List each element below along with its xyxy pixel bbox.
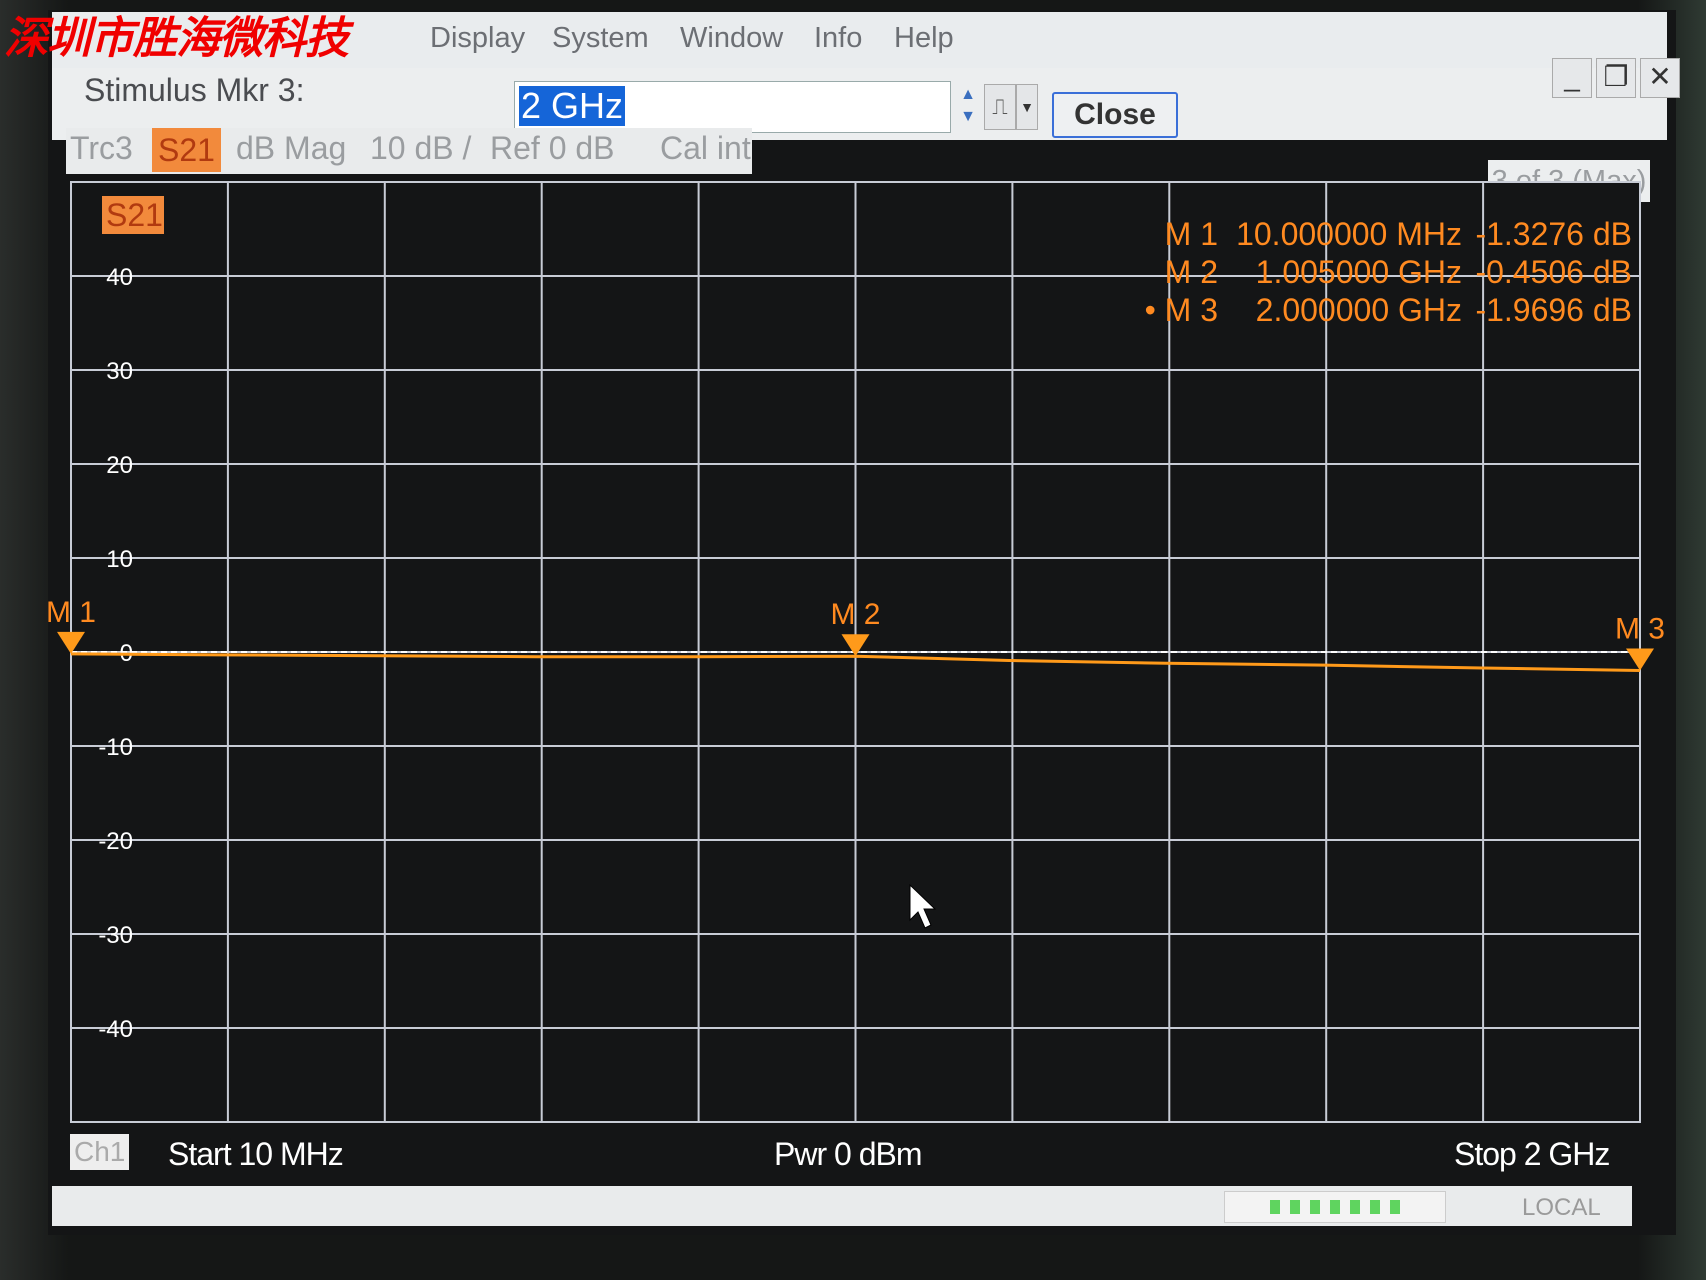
led (1390, 1200, 1400, 1214)
led (1270, 1200, 1280, 1214)
channel-footer: Ch1 Start 10 MHz Pwr 0 dBm Stop 2 GHz (52, 1130, 1632, 1182)
led (1370, 1200, 1380, 1214)
marker-label: M 3 (1615, 613, 1665, 646)
marker-readout-label: • M 3 (1145, 292, 1218, 328)
y-tick-label: -10 (98, 734, 133, 761)
plot-tag: S21 (106, 197, 163, 233)
y-tick-label: 40 (106, 264, 133, 291)
start-frequency[interactable]: Start 10 MHz (168, 1136, 344, 1173)
marker-readout-value: -1.3276 dB (1475, 216, 1632, 252)
power-level[interactable]: Pwr 0 dBm (774, 1136, 922, 1173)
marker-readout-frequency: 1.005000 GHz (1256, 254, 1462, 290)
trace-plot[interactable]: 403020100-10-20-30-40S21M 1M 1 10.000000 … (0, 0, 1706, 1280)
marker-readout-value: -1.9696 dB (1475, 292, 1632, 328)
marker-readout-label: M 2 (1165, 254, 1218, 290)
y-tick-label: -30 (98, 922, 133, 949)
led (1290, 1200, 1300, 1214)
stop-frequency[interactable]: Stop 2 GHz (1454, 1136, 1610, 1173)
marker-label: M 2 (830, 598, 880, 631)
y-tick-label: 30 (106, 358, 133, 385)
channel-label[interactable]: Ch1 (70, 1134, 130, 1170)
status-bar: LOCAL (52, 1186, 1632, 1226)
marker-label: M 1 (46, 596, 96, 629)
y-tick-label: -40 (98, 1016, 133, 1043)
marker-readout-frequency: 2.000000 GHz (1256, 292, 1462, 328)
marker-readout-frequency: 10.000000 MHz (1236, 216, 1462, 252)
led (1310, 1200, 1320, 1214)
local-status: LOCAL (1522, 1194, 1601, 1221)
led (1350, 1200, 1360, 1214)
y-tick-label: 10 (106, 546, 133, 573)
y-tick-label: 20 (106, 452, 133, 479)
activity-indicator (1224, 1191, 1446, 1223)
marker-readout-value: -0.4506 dB (1475, 254, 1632, 290)
led (1330, 1200, 1340, 1214)
marker-readout-label: M 1 (1165, 216, 1218, 252)
y-tick-label: -20 (98, 828, 133, 855)
